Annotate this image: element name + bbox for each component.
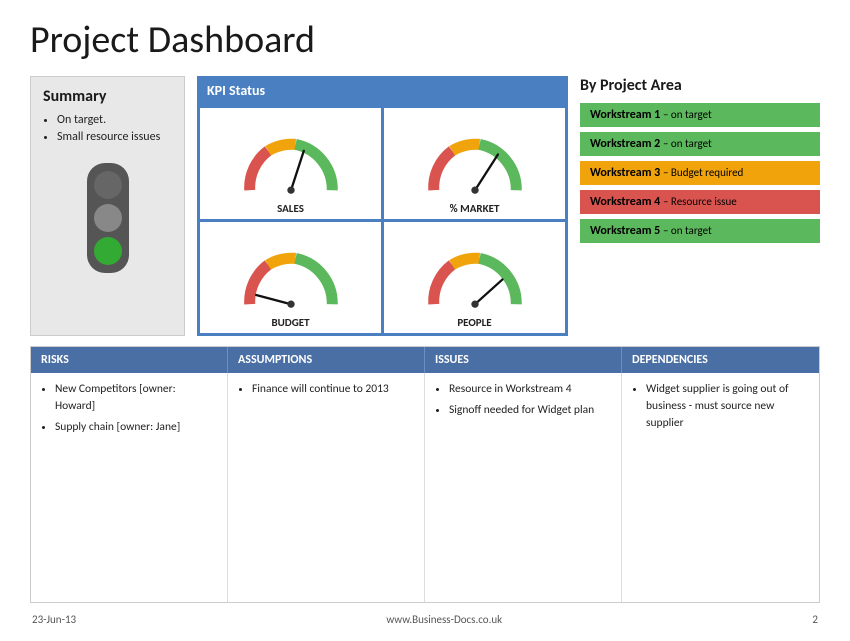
issue-1: Resource in Workstream 4: [449, 381, 611, 398]
gauge-budget-label: BUDGET: [271, 316, 309, 329]
issue-2: Signoff needed for Widget plan: [449, 402, 611, 419]
workstream-list: Workstream 1 – on target Workstream 2 – …: [580, 103, 820, 243]
workstream-5: Workstream 5 – on target: [580, 219, 820, 243]
table-header: RISKS ASSUMPTIONS ISSUES DEPENDENCIES: [31, 347, 819, 373]
gauge-budget-svg: [236, 244, 346, 314]
kpi-grid: SALES % MARKET: [197, 105, 568, 336]
header-assumptions: ASSUMPTIONS: [228, 347, 425, 373]
gauge-sales-svg: [236, 130, 346, 200]
footer: 23-Jun-13 www.Business-Docs.co.uk 2: [30, 613, 820, 626]
workstream-1-status: – on target: [663, 108, 712, 121]
workstream-2-status: – on target: [663, 137, 712, 150]
kpi-header: KPI Status: [197, 76, 568, 105]
traffic-light: [43, 163, 172, 273]
cell-dependencies: Widget supplier is going out of business…: [622, 373, 819, 602]
assumption-1: Finance will continue to 2013: [252, 381, 414, 398]
gauge-people-label: PEOPLE: [457, 316, 491, 329]
summary-box: Summary On target. Small resource issues: [30, 76, 185, 336]
gauge-sales-label: SALES: [277, 202, 304, 215]
risk-2: Supply chain [owner: Jane]: [55, 419, 217, 436]
cell-assumptions: Finance will continue to 2013: [228, 373, 425, 602]
workstream-1: Workstream 1 – on target: [580, 103, 820, 127]
workstream-3: Workstream 3 – Budget required: [580, 161, 820, 185]
traffic-light-body: [87, 163, 129, 273]
summary-bullet-2: Small resource issues: [57, 129, 172, 146]
workstream-1-name: Workstream 1: [590, 108, 660, 122]
footer-date: 23-Jun-13: [32, 613, 76, 626]
workstream-4: Workstream 4 – Resource issue: [580, 190, 820, 214]
gauge-budget: BUDGET: [200, 222, 381, 333]
workstream-3-name: Workstream 3: [590, 166, 660, 180]
workstream-2-name: Workstream 2: [590, 137, 660, 151]
summary-bullet-1: On target.: [57, 112, 172, 129]
workstream-2: Workstream 2 – on target: [580, 132, 820, 156]
page-title: Project Dashboard: [30, 20, 820, 62]
page: Project Dashboard Summary On target. Sma…: [0, 0, 850, 641]
table-body: New Competitors [owner: Howard] Supply c…: [31, 373, 819, 602]
dependency-1: Widget supplier is going out of business…: [646, 381, 809, 433]
summary-bullets: On target. Small resource issues: [43, 112, 172, 146]
kpi-status-box: KPI Status SALES: [197, 76, 568, 336]
gauge-sales: SALES: [200, 108, 381, 219]
light-green: [94, 237, 122, 265]
header-dependencies: DEPENDENCIES: [622, 347, 819, 373]
header-issues: ISSUES: [425, 347, 622, 373]
workstream-4-name: Workstream 4: [590, 195, 660, 209]
workstream-5-status: – on target: [663, 224, 712, 237]
project-area: By Project Area Workstream 1 – on target…: [580, 76, 820, 336]
light-red: [94, 171, 122, 199]
bottom-table: RISKS ASSUMPTIONS ISSUES DEPENDENCIES Ne…: [30, 346, 820, 603]
gauge-people: PEOPLE: [384, 222, 565, 333]
gauge-market-svg: [420, 130, 530, 200]
cell-risks: New Competitors [owner: Howard] Supply c…: [31, 373, 228, 602]
gauge-market: % MARKET: [384, 108, 565, 219]
summary-title: Summary: [43, 87, 172, 106]
light-amber: [94, 204, 122, 232]
project-area-title: By Project Area: [580, 76, 820, 95]
footer-page: 2: [812, 613, 818, 626]
workstream-3-status: – Budget required: [663, 166, 743, 179]
risk-1: New Competitors [owner: Howard]: [55, 381, 217, 416]
workstream-4-status: – Resource issue: [663, 195, 737, 208]
gauge-market-label: % MARKET: [450, 202, 500, 215]
cell-issues: Resource in Workstream 4 Signoff needed …: [425, 373, 622, 602]
top-section: Summary On target. Small resource issues…: [30, 76, 820, 336]
footer-website: www.Business-Docs.co.uk: [386, 613, 502, 626]
gauge-people-svg: [420, 244, 530, 314]
header-risks: RISKS: [31, 347, 228, 373]
workstream-5-name: Workstream 5: [590, 224, 660, 238]
